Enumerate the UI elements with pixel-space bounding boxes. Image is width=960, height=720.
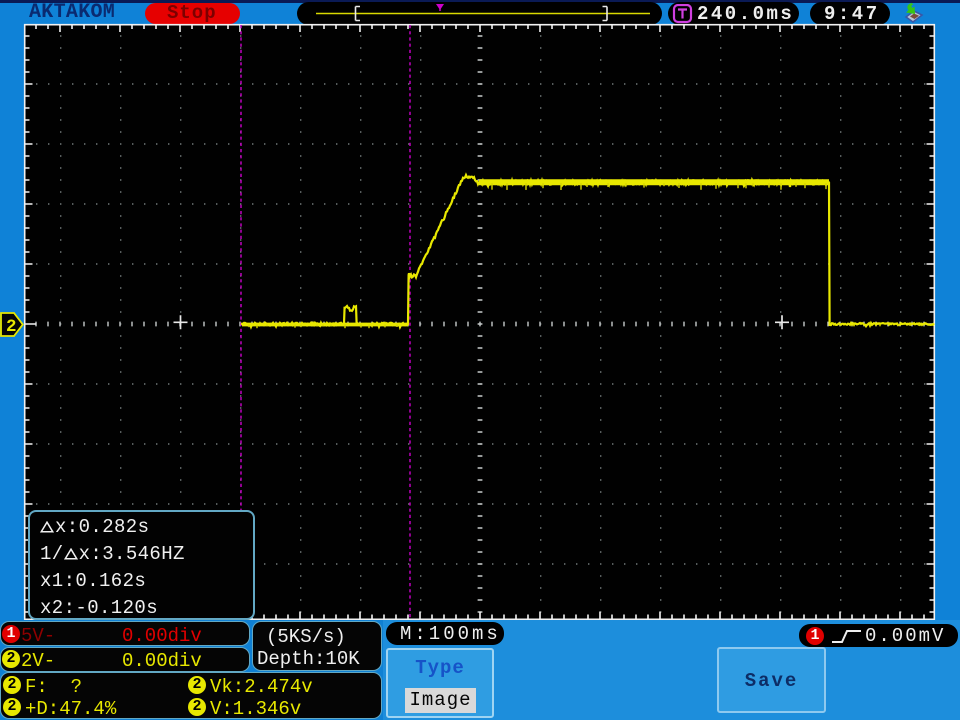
svg-text:2: 2 [6, 317, 17, 337]
